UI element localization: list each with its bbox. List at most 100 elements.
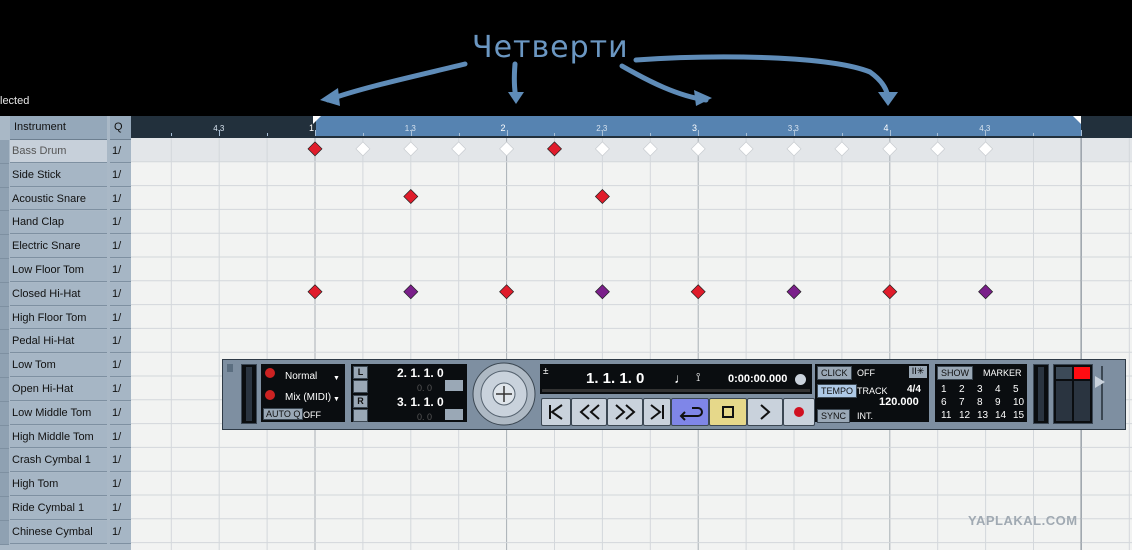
rewind-button[interactable] [571, 398, 607, 426]
drum-note[interactable] [978, 284, 994, 300]
jog-wheel-icon[interactable] [471, 362, 537, 426]
instrument-row[interactable]: Ride Cymbal 1 1/ [0, 497, 131, 521]
post-roll-icon[interactable] [445, 409, 463, 420]
instrument-name[interactable]: Chinese Cymbal [10, 520, 107, 544]
instrument-row[interactable]: Bass Drum 1/ [0, 140, 131, 164]
marker-button[interactable]: 9 [995, 397, 1001, 408]
clip-indicator[interactable] [1074, 367, 1090, 379]
instrument-name[interactable]: Low Tom [10, 354, 107, 377]
chevron-down-icon[interactable]: ▼ [333, 375, 340, 382]
cycle-button[interactable] [671, 398, 709, 426]
row-mute-strip[interactable] [0, 425, 9, 450]
instrument-quantize[interactable]: 1/ [110, 401, 131, 425]
instrument-name[interactable]: High Tom [10, 473, 107, 496]
drum-note[interactable] [594, 189, 610, 204]
marker-button[interactable]: 14 [995, 410, 1006, 421]
marker-button[interactable]: 5 [1013, 384, 1019, 395]
tempo-value[interactable]: 120.000 [879, 396, 919, 408]
instrument-name[interactable]: Ride Cymbal 1 [10, 497, 107, 520]
instrument-row[interactable]: Side Stick 1/ [0, 163, 131, 188]
instrument-quantize[interactable]: 1/ [110, 140, 131, 163]
instrument-quantize[interactable]: 1/ [110, 235, 131, 258]
instrument-name[interactable]: High Middle Tom [10, 425, 107, 449]
volume-slider[interactable] [1095, 364, 1109, 422]
marker-button[interactable]: 11 [941, 410, 951, 421]
marker-button[interactable]: 7 [959, 397, 965, 408]
marker-button[interactable]: 4 [995, 384, 1001, 395]
instrument-quantize[interactable]: 1/ [110, 473, 131, 496]
go-to-start-button[interactable] [541, 398, 571, 426]
position-bars[interactable]: 1. 1. 1. 0 [586, 370, 644, 387]
drum-note[interactable] [403, 189, 419, 204]
instrument-row[interactable]: Acoustic Snare 1/ [0, 187, 131, 212]
record-button[interactable] [783, 398, 815, 426]
instrument-name[interactable]: Open Hi-Hat [10, 378, 107, 401]
marker-button[interactable]: 1 [941, 384, 947, 395]
instrument-name[interactable]: High Floor Tom [10, 306, 107, 330]
instrument-row[interactable]: Open Hi-Hat 1/ [0, 378, 131, 402]
instrument-row[interactable]: Low Floor Tom 1/ [0, 259, 131, 283]
left-locator-value[interactable]: 2. 1. 1. 0 [397, 366, 444, 380]
row-mute-strip[interactable] [0, 306, 9, 331]
instrument-name[interactable]: Low Floor Tom [10, 259, 107, 282]
instrument-row[interactable]: High Middle Tom 1/ [0, 425, 131, 450]
time-signature[interactable]: 4/4 [907, 384, 921, 395]
drum-note[interactable] [403, 284, 419, 300]
marker-button[interactable]: 3 [977, 384, 983, 395]
instrument-quantize[interactable]: 1/ [110, 449, 131, 473]
fast-forward-button[interactable] [607, 398, 643, 426]
instrument-quantize[interactable]: 1/ [110, 306, 131, 330]
instrument-name[interactable]: Closed Hi-Hat [10, 282, 107, 306]
instrument-name[interactable]: Electric Snare [10, 235, 107, 258]
left-locator-button[interactable]: L [353, 366, 368, 379]
marker-button[interactable]: 13 [977, 410, 988, 421]
punch-out-icon[interactable] [353, 409, 368, 422]
instrument-name[interactable]: Acoustic Snare [10, 187, 107, 211]
instrument-name[interactable]: Crash Cymbal 1 [10, 449, 107, 473]
timeline-ruler[interactable]: 4.3 1 1.3 2 2.3 3 3.3 4 4.3 [131, 116, 1132, 138]
row-mute-strip[interactable] [0, 354, 9, 378]
chevron-down-icon[interactable]: ▼ [333, 396, 340, 403]
instrument-quantize[interactable]: 1/ [110, 187, 131, 211]
instrument-quantize[interactable]: 1/ [110, 211, 131, 235]
position-time[interactable]: 0:00:00.000 [728, 373, 787, 385]
mix-mode-select[interactable]: Mix (MIDI) [285, 392, 331, 403]
drum-note[interactable] [786, 284, 802, 300]
pre-roll-icon[interactable] [445, 380, 463, 391]
instrument-row[interactable]: Low Middle Tom 1/ [0, 401, 131, 426]
quantize-column-header[interactable]: Q [110, 116, 131, 140]
drum-note[interactable] [499, 284, 515, 300]
instrument-quantize[interactable]: 1/ [110, 497, 131, 520]
instrument-row[interactable]: Closed Hi-Hat 1/ [0, 282, 131, 307]
row-mute-strip[interactable] [0, 401, 9, 426]
row-mute-strip[interactable] [0, 520, 9, 545]
drum-grid[interactable] [131, 138, 1132, 550]
marker-button[interactable]: 6 [941, 397, 947, 408]
auto-quantize-button[interactable]: AUTO Q [263, 408, 304, 420]
right-locator-value[interactable]: 3. 1. 1. 0 [397, 395, 444, 409]
instrument-row[interactable]: Electric Snare 1/ [0, 235, 131, 259]
instrument-quantize[interactable]: 1/ [110, 520, 131, 544]
marker-button[interactable]: 15 [1013, 410, 1024, 421]
panel-menu-icon[interactable] [227, 364, 233, 372]
row-mute-strip[interactable] [0, 187, 9, 212]
instrument-row[interactable]: Pedal Hi-Hat 1/ [0, 330, 131, 355]
row-mute-strip[interactable] [0, 259, 9, 283]
row-mute-strip[interactable] [0, 378, 9, 402]
go-to-end-button[interactable] [643, 398, 671, 426]
instrument-quantize[interactable]: 1/ [110, 330, 131, 354]
instrument-name[interactable]: Pedal Hi-Hat [10, 330, 107, 354]
stop-button[interactable] [709, 398, 747, 426]
instrument-quantize[interactable]: 1/ [110, 354, 131, 377]
nudge-plus-icon[interactable]: ± [543, 366, 549, 377]
row-mute-strip[interactable] [0, 449, 9, 474]
row-mute-strip[interactable] [0, 140, 9, 164]
marker-button[interactable]: 8 [977, 397, 983, 408]
punch-in-icon[interactable] [353, 380, 368, 393]
row-mute-strip[interactable] [0, 235, 9, 259]
drum-note[interactable] [882, 284, 898, 300]
drum-note[interactable] [594, 284, 610, 300]
instrument-row[interactable]: Low Tom 1/ [0, 354, 131, 378]
record-mode-select[interactable]: Normal [285, 371, 317, 382]
marker-button[interactable]: 2 [959, 384, 965, 395]
